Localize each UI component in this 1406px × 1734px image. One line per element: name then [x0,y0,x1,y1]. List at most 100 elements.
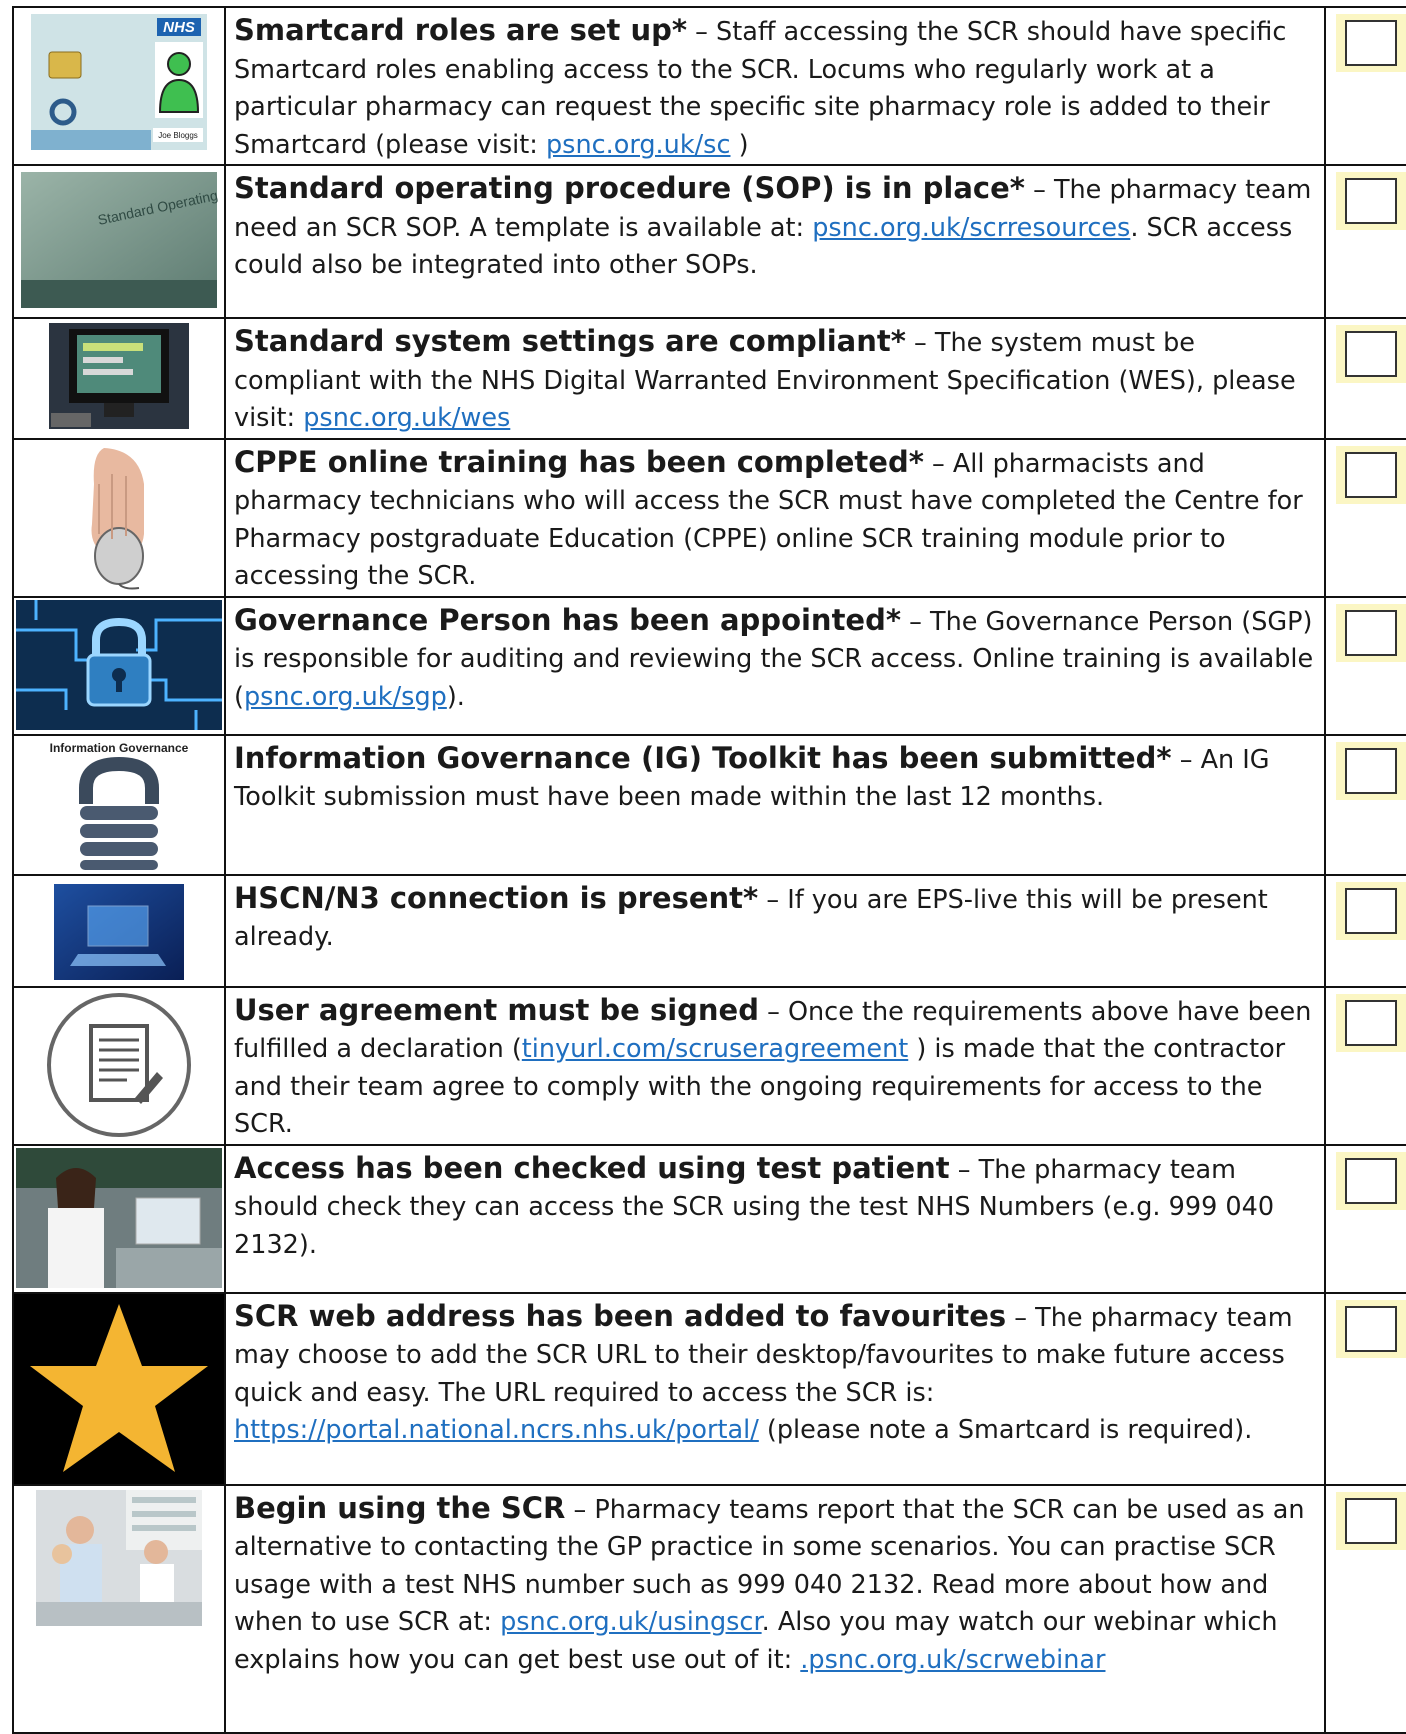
row-image-cell [12,1143,226,1294]
hand-mouse-image [44,443,194,590]
sop-binder-image: Standard Operating Procedures [21,171,219,308]
item-title: Standard system settings are compliant* [234,324,906,358]
checkbox[interactable] [1336,881,1406,940]
checkbox-cell [1324,985,1406,1146]
item-title: HSCN/N3 connection is present* [234,880,759,915]
row-image-cell [12,437,226,598]
psnc-scrwebinar-link[interactable]: .psnc.org.uk/scrwebinar [800,1645,1105,1675]
checklist-table: NHS Joe Bloggs Smartcard roles are set u… [12,6,1406,1734]
row-text-cell: Standard system settings are compliant* … [224,317,1326,440]
row-image-cell [12,317,226,440]
item-title: SCR web address has been added to favour… [234,1298,1007,1333]
psnc-scrresources-link[interactable]: psnc.org.uk/scrresources [812,213,1130,243]
checkbox-cell [1324,1291,1406,1486]
checklist-row: Standard Operating Procedures Standard o… [12,164,1406,319]
checkbox[interactable] [1336,741,1406,800]
dash: – [687,17,717,47]
checkbox[interactable] [1336,1299,1406,1358]
checklist-row: User agreement must be signed – Once the… [12,985,1406,1146]
item-title: Begin using the SCR [234,1490,566,1525]
checklist-row: Standard system settings are compliant* … [12,317,1406,440]
item-body-end: ). [446,681,465,712]
row-text-cell: Smartcard roles are set up* – Staff acce… [224,6,1326,166]
checklist-row: Access has been checked using test patie… [12,1143,1406,1294]
svg-text:NHS: NHS [163,19,195,36]
dash: – [1006,1302,1036,1333]
item-title: Access has been checked using test patie… [234,1150,950,1185]
row-image-cell [12,1483,226,1734]
checkbox[interactable] [1336,1151,1406,1210]
checkbox[interactable] [1336,325,1406,383]
row-text-cell: Standard operating procedure (SOP) is in… [224,164,1326,319]
row-image-cell [12,873,226,988]
row-text-cell: Access has been checked using test patie… [224,1143,1326,1294]
row-image-cell: Standard Operating Procedures [12,164,226,319]
dash: – [1171,744,1201,775]
dash: – [758,996,788,1027]
row-text-cell: SCR web address has been added to favour… [224,1291,1326,1486]
checkbox-cell [1324,1483,1406,1734]
user-agreement-link[interactable]: tinyurl.com/scruseragreement [522,1034,908,1064]
checkbox-cell [1324,164,1406,319]
row-text-cell: CPPE online training has been completed*… [224,437,1326,598]
row-text-cell: Governance Person has been appointed* – … [224,595,1326,736]
row-image-cell: NHS Joe Bloggs [12,6,226,166]
circuit-padlock-image [16,599,222,730]
checkbox-cell [1324,1143,1406,1294]
information-governance-lock-image: Information Governance [50,741,189,870]
checklist-row: CPPE online training has been completed*… [12,437,1406,598]
checkbox-cell [1324,437,1406,598]
item-body-end: ) [730,129,749,160]
checkbox-cell [1324,595,1406,736]
dash: – [901,606,930,637]
pharmacy-counter-image [36,1489,202,1626]
row-image-cell: Information Governance [12,733,226,876]
checkbox-cell [1324,873,1406,988]
laptop-network-image [54,883,184,980]
row-text-cell: Information Governance (IG) Toolkit has … [224,733,1326,876]
item-body-end: (please note a Smartcard is required). [758,1415,1253,1445]
item-title: Smartcard roles are set up* [234,13,688,47]
checklist-document: NHS Joe Bloggs Smartcard roles are set u… [0,0,1406,1734]
item-title: Standard operating procedure (SOP) is in… [234,171,1025,205]
signed-document-icon [47,992,191,1137]
star-icon [16,1295,222,1480]
checkbox[interactable] [1336,172,1406,230]
computer-monitor-image [49,323,189,429]
row-text-cell: Begin using the SCR – Pharmacy teams rep… [224,1483,1326,1734]
checkbox[interactable] [1336,445,1406,504]
psnc-usingscr-link[interactable]: psnc.org.uk/usingscr [500,1607,762,1637]
row-image-cell [12,985,226,1146]
checkbox-cell [1324,6,1406,166]
checkbox[interactable] [1336,993,1406,1052]
checkbox-cell [1324,317,1406,440]
checkbox[interactable] [1336,1491,1406,1550]
nhs-smartcard-image: NHS Joe Bloggs [31,14,207,150]
svg-text:Joe Bloggs: Joe Bloggs [158,131,198,140]
dash: – [758,884,788,915]
item-title: Information Governance (IG) Toolkit has … [234,740,1172,775]
psnc-wes-link[interactable]: psnc.org.uk/wes [303,403,510,433]
checklist-row: NHS Joe Bloggs Smartcard roles are set u… [12,6,1406,166]
row-image-cell [12,595,226,736]
dash: – [923,448,953,479]
checkbox[interactable] [1336,14,1406,72]
row-image-cell [12,1291,226,1486]
scr-portal-link[interactable]: https://portal.national.ncrs.nhs.uk/port… [234,1415,759,1445]
checklist-row: Information Governance Information Gover… [12,733,1406,876]
checkbox-cell [1324,733,1406,876]
pharmacist-at-computer-image [16,1147,222,1288]
dash: – [949,1154,979,1185]
checkbox[interactable] [1336,603,1406,662]
dash: – [565,1494,595,1525]
svg-text:Information Governance: Information Governance [50,741,189,755]
dash: – [905,328,935,358]
checklist-row: HSCN/N3 connection is present* – If you … [12,873,1406,988]
psnc-sgp-link[interactable]: psnc.org.uk/sgp [244,682,447,712]
checklist-row: Begin using the SCR – Pharmacy teams rep… [12,1483,1406,1734]
item-title: User agreement must be signed [234,992,759,1027]
checklist-row: SCR web address has been added to favour… [12,1291,1406,1486]
item-title: Governance Person has been appointed* [234,602,902,637]
psnc-sc-link[interactable]: psnc.org.uk/sc [546,130,731,160]
row-text-cell: User agreement must be signed – Once the… [224,985,1326,1146]
